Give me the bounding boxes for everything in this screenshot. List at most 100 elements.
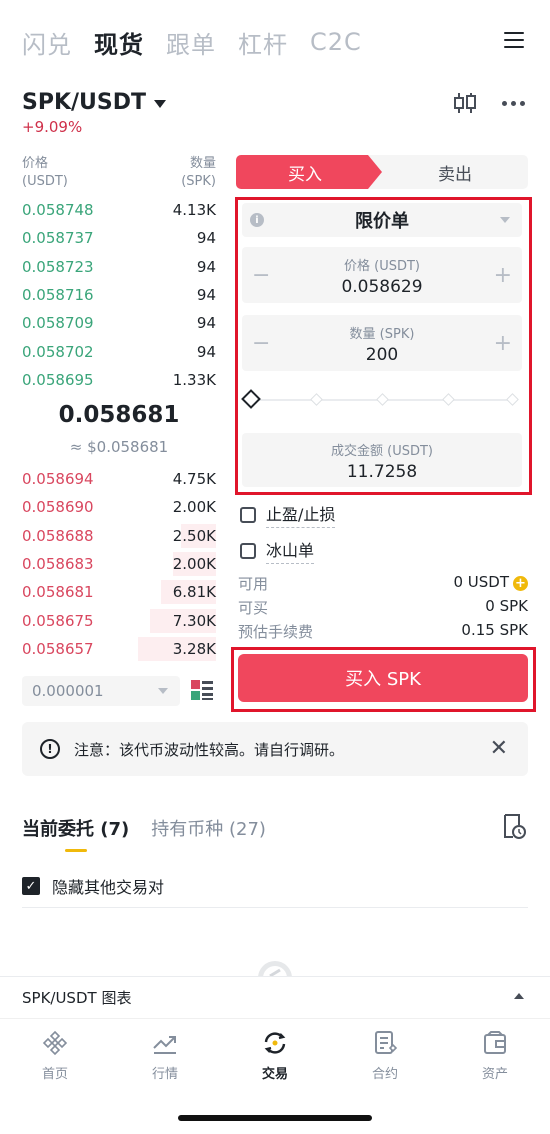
qty-label: 数量 (SPK) <box>349 327 415 342</box>
total-input[interactable]: 11.7258 <box>242 462 522 482</box>
bid-row[interactable]: 0.058688 2.50K <box>22 522 216 550</box>
candlestick-chart-icon[interactable] <box>452 92 478 114</box>
available-value: 0 USDT <box>453 573 509 591</box>
price-input[interactable]: 0.058629 <box>242 277 522 297</box>
checkbox[interactable] <box>240 506 256 523</box>
ask-qty: 94 <box>196 257 216 276</box>
buy-tab[interactable]: 买入 <box>236 155 382 189</box>
checkbox[interactable] <box>240 542 256 559</box>
tab-convert[interactable]: 闪兑 <box>22 25 72 60</box>
checkmark-icon[interactable]: ✓ <box>22 877 40 895</box>
price-unit: (USDT) <box>22 174 68 189</box>
bid-row[interactable]: 0.058683 2.00K <box>22 550 216 578</box>
nav-futures[interactable]: 合约 <box>330 1019 440 1088</box>
caret-up-icon[interactable] <box>514 993 524 999</box>
ask-qty: 1.33K <box>172 370 216 389</box>
active-tab-indicator <box>65 849 87 852</box>
tab-open-orders[interactable]: 当前委托 (7) <box>22 815 129 841</box>
bid-qty: 2.00K <box>172 554 216 573</box>
nav-markets[interactable]: 行情 <box>110 1019 220 1088</box>
ask-row[interactable]: 0.058748 4.13K <box>22 196 216 224</box>
bid-price: 0.058657 <box>22 639 94 658</box>
tp-sl-checkbox[interactable]: 止盈/止损 <box>240 501 336 528</box>
can-buy-value: 0 SPK <box>485 597 528 615</box>
close-icon[interactable]: ✕ <box>490 736 508 761</box>
top-tabs: 闪兑 现货 跟单 杠杆 C2C <box>22 22 528 62</box>
order-type-select[interactable]: i 限价单 <box>242 203 522 237</box>
bid-qty: 4.75K <box>172 470 216 488</box>
pair-selector[interactable]: SPK/USDT <box>22 90 167 115</box>
nav-trade[interactable]: 交易 <box>220 1019 330 1088</box>
notice-text: 注意：该代币波动性较高。请自行调研。 <box>74 740 345 759</box>
chart-bar-label: SPK/USDT 图表 <box>22 989 132 1007</box>
tab-spot[interactable]: 现货 <box>94 25 144 60</box>
amount-slider[interactable] <box>241 389 519 409</box>
bottom-nav: 首页 行情 交易 合约 资产 <box>0 1018 550 1088</box>
price-increase-button[interactable]: + <box>494 263 512 288</box>
iceberg-label: 冰山单 <box>266 537 315 564</box>
ask-row[interactable]: 0.058695 1.33K <box>22 366 216 394</box>
bid-row[interactable]: 0.058657 3.28K <box>22 635 216 663</box>
add-funds-icon[interactable]: + <box>513 576 528 591</box>
ask-row[interactable]: 0.058709 94 <box>22 309 216 337</box>
bid-price: 0.058675 <box>22 611 94 630</box>
tp-sl-label: 止盈/止损 <box>266 501 336 528</box>
home-indicator <box>178 1115 372 1121</box>
total-field[interactable]: 成交金额 (USDT) 11.7258 <box>242 433 522 487</box>
qty-decrease-button[interactable]: − <box>252 331 270 356</box>
bid-row[interactable]: 0.058694 4.75K <box>22 465 216 493</box>
orders-tabs: 当前委托 (7) 持有币种 (27) <box>22 815 266 841</box>
warning-icon: ! <box>40 739 60 759</box>
depth-precision-select[interactable]: 0.000001 <box>22 676 180 706</box>
bid-qty: 3.28K <box>172 639 216 658</box>
ask-row[interactable]: 0.058716 94 <box>22 281 216 309</box>
buy-sell-toggle: 买入 卖出 <box>236 155 528 189</box>
ask-row[interactable]: 0.058737 94 <box>22 224 216 252</box>
bid-row[interactable]: 0.058681 6.81K <box>22 578 216 606</box>
nav-assets-label: 资产 <box>481 1067 508 1082</box>
info-icon[interactable]: i <box>250 213 264 227</box>
hide-other-pairs-checkbox[interactable]: ✓ 隐藏其他交易对 <box>22 874 164 898</box>
bid-qty: 2.00K <box>172 498 216 517</box>
price-label: 价格 (USDT) <box>344 259 420 274</box>
qty-unit: (SPK) <box>181 174 216 189</box>
order-history-icon[interactable] <box>502 813 526 839</box>
buy-submit-button[interactable]: 买入 SPK <box>238 654 528 702</box>
more-options-icon[interactable] <box>502 101 525 106</box>
ask-row[interactable]: 0.058702 94 <box>22 338 216 366</box>
menu-icon[interactable] <box>504 32 524 50</box>
bid-row[interactable]: 0.058675 7.30K <box>22 607 216 635</box>
tab-margin[interactable]: 杠杆 <box>238 25 288 60</box>
ask-qty: 94 <box>196 229 216 248</box>
sell-tab[interactable]: 卖出 <box>382 155 528 189</box>
markets-icon <box>153 1036 176 1054</box>
ask-price: 0.058716 <box>22 285 94 304</box>
orderbook-layout-icon[interactable] <box>190 678 214 702</box>
bid-price: 0.058681 <box>22 583 94 602</box>
nav-home-label: 首页 <box>41 1067 68 1082</box>
fee-value: 0.15 SPK <box>461 621 528 639</box>
qty-increase-button[interactable]: + <box>494 331 512 356</box>
nav-trade-label: 交易 <box>261 1067 288 1082</box>
price-decrease-button[interactable]: − <box>252 263 270 288</box>
divider <box>22 907 528 908</box>
ask-row[interactable]: 0.058723 94 <box>22 253 216 281</box>
caret-down-icon <box>500 217 510 223</box>
ask-price: 0.058709 <box>22 314 94 333</box>
price-header: 价格 <box>22 156 49 171</box>
tab-copy-trading[interactable]: 跟单 <box>166 25 216 60</box>
price-field[interactable]: − 价格 (USDT) 0.058629 + <box>242 247 522 303</box>
chart-toggle-bar[interactable]: SPK/USDT 图表 <box>0 976 550 1018</box>
volatility-notice: ! 注意：该代币波动性较高。请自行调研。 ✕ <box>22 722 528 776</box>
tab-c2c[interactable]: C2C <box>310 28 362 56</box>
qty-header: 数量 <box>189 156 216 171</box>
tab-holdings[interactable]: 持有币种 (27) <box>151 815 266 841</box>
iceberg-checkbox[interactable]: 冰山单 <box>240 537 315 564</box>
nav-home[interactable]: 首页 <box>0 1019 110 1088</box>
last-price-usd: ≈ $0.058681 <box>69 438 169 456</box>
nav-assets[interactable]: 资产 <box>440 1019 550 1088</box>
bid-row[interactable]: 0.058690 2.00K <box>22 493 216 521</box>
qty-input[interactable]: 200 <box>242 345 522 365</box>
quantity-field[interactable]: − 数量 (SPK) 200 + <box>242 315 522 371</box>
ask-price: 0.058695 <box>22 370 94 389</box>
